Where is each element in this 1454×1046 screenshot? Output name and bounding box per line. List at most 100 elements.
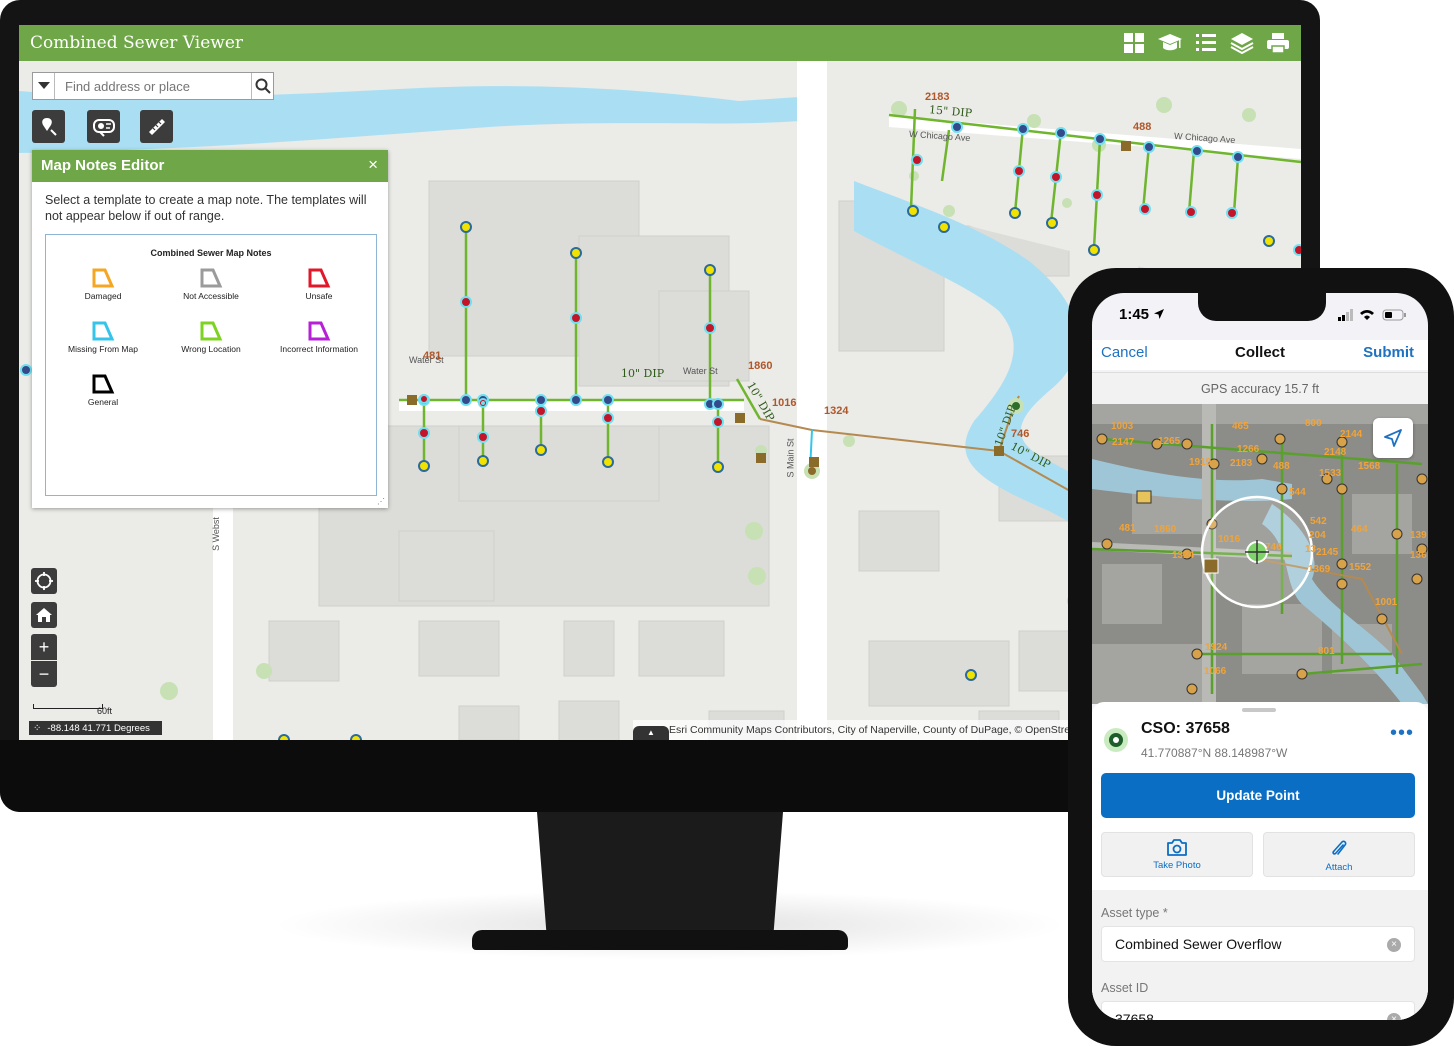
phone-notch	[1198, 293, 1326, 321]
identify-tool-button[interactable]	[87, 110, 120, 143]
template-label: Damaged	[84, 291, 122, 301]
phone-map-label: 2147	[1112, 437, 1135, 448]
panel-header: Map Notes Editor ×	[32, 150, 388, 182]
print-icon[interactable]	[1263, 29, 1293, 57]
template-missing-from-map[interactable]: Missing From Map	[49, 320, 157, 354]
scale-bar	[33, 704, 103, 709]
crosshair-icon	[35, 572, 53, 590]
phone-map-label: 481	[1119, 523, 1136, 534]
phone-map-label: 464	[1351, 524, 1368, 535]
resize-grip-icon[interactable]: ⋰	[377, 497, 385, 506]
home-button[interactable]	[31, 602, 57, 628]
app-header: Combined Sewer Viewer	[19, 25, 1301, 61]
template-incorrect-information[interactable]: Incorrect Information	[265, 320, 373, 354]
template-label: Unsafe	[305, 291, 333, 301]
phone-map-label: 1552	[1349, 562, 1372, 573]
sheet-grabber[interactable]	[1242, 708, 1276, 712]
asset-type-label: Asset type *	[1101, 906, 1168, 920]
search-icon	[255, 78, 271, 94]
street-label: S Main St	[785, 438, 796, 478]
phone-locate-button[interactable]	[1373, 418, 1413, 458]
asset-label: 488	[1133, 121, 1152, 133]
phone-map-label: 1369	[1308, 564, 1331, 575]
header-toolbar	[1119, 29, 1293, 57]
search-bar	[32, 72, 274, 100]
clear-icon[interactable]: ×	[1387, 938, 1401, 952]
phone-map-label: 544	[1289, 487, 1306, 498]
polygon-swatch-icon	[92, 268, 115, 288]
take-photo-label: Take Photo	[1153, 860, 1201, 871]
search-input[interactable]	[55, 73, 251, 99]
grid-icon[interactable]	[1119, 29, 1149, 57]
pipe-label: 10" DIP	[621, 367, 665, 380]
layers-icon[interactable]	[1227, 29, 1257, 57]
map-notes-tool-button[interactable]	[32, 110, 65, 143]
coordinate-value: -88.148 41.771 Degrees	[47, 722, 150, 734]
template-label: Missing From Map	[68, 344, 138, 354]
identify-icon	[92, 118, 115, 137]
measure-icon	[148, 118, 165, 135]
phone-map-label: 136	[1410, 550, 1427, 561]
polygon-swatch-icon	[92, 321, 115, 341]
attach-label: Attach	[1325, 862, 1353, 873]
zoom-in-button[interactable]: +	[31, 634, 57, 660]
phone-map-label: 1266	[1237, 444, 1260, 455]
attribution-toggle[interactable]: ▲	[633, 726, 669, 740]
template-not-accessible[interactable]: Not Accessible	[157, 267, 265, 301]
template-wrong-location[interactable]: Wrong Location	[157, 320, 265, 354]
phone-map-label: 1860	[1154, 524, 1177, 535]
phone-map-label: 465	[1232, 421, 1249, 432]
take-photo-button[interactable]: Take Photo	[1101, 832, 1253, 877]
cso-point-icon	[1104, 728, 1128, 752]
template-label: Not Accessible	[183, 291, 239, 301]
phone-map-label: 488	[1273, 461, 1290, 472]
phone-map-label: 1265	[1158, 436, 1181, 447]
phone-map-label: 2145	[1316, 547, 1339, 558]
asset-type-value: Combined Sewer Overflow	[1115, 936, 1282, 952]
phone-screen: 1:45 Cancel Collect Submit GPS accuracy …	[1092, 293, 1428, 1020]
template-damaged[interactable]: Damaged	[49, 267, 157, 301]
search-source-dropdown[interactable]	[33, 73, 55, 99]
more-options-button[interactable]: •••	[1390, 722, 1414, 745]
template-general[interactable]: General	[49, 373, 157, 407]
phone-map-label: 1324	[1172, 550, 1195, 561]
status-time: 1:45	[1119, 306, 1165, 323]
navigation-arrow-icon	[1384, 429, 1402, 447]
asset-type-field[interactable]: Combined Sewer Overflow ×	[1101, 926, 1415, 962]
polygon-swatch-icon	[308, 268, 331, 288]
phone-map-label: 1924	[1205, 642, 1228, 653]
phone-map-label: 800	[1305, 418, 1322, 429]
polygon-swatch-icon	[308, 321, 331, 341]
phone-map-label: 2148	[1324, 447, 1347, 458]
asset-id-field[interactable]: 37658 ×	[1101, 1001, 1415, 1020]
camera-icon	[1167, 839, 1187, 856]
list-icon[interactable]	[1191, 29, 1221, 57]
paperclip-icon	[1332, 840, 1347, 855]
asset-label: 1860	[748, 360, 773, 372]
locate-button[interactable]	[31, 568, 57, 594]
measure-tool-button[interactable]	[140, 110, 173, 143]
zoom-out-button[interactable]: −	[31, 661, 57, 687]
search-button[interactable]	[251, 73, 273, 99]
coordinate-readout[interactable]: ⁘ -88.148 41.771 Degrees	[29, 721, 162, 735]
asset-label: 2183	[925, 91, 950, 103]
template-group-title: Combined Sewer Map Notes	[150, 248, 272, 258]
graduation-cap-icon[interactable]	[1155, 29, 1185, 57]
template-unsafe[interactable]: Unsafe	[265, 267, 373, 301]
feature-sheet: CSO: 37658 41.770887°N 88.148987°W ••• U…	[1092, 702, 1428, 1020]
monitor-stand-neck	[537, 812, 783, 938]
clear-icon[interactable]: ×	[1387, 1013, 1401, 1020]
close-icon[interactable]: ×	[368, 155, 378, 175]
asset-label: 1016	[772, 397, 797, 409]
attach-button[interactable]: Attach	[1263, 832, 1415, 877]
status-time-text: 1:45	[1119, 306, 1150, 323]
submit-button[interactable]: Submit	[1363, 344, 1414, 361]
phone-map-label: 139	[1410, 530, 1427, 541]
chevron-down-icon	[37, 82, 50, 89]
phone-map-label: 1919	[1189, 457, 1212, 468]
phone-map-label: 2183	[1230, 458, 1253, 469]
app-title: Combined Sewer Viewer	[30, 33, 244, 53]
polygon-swatch-icon	[200, 268, 223, 288]
update-point-button[interactable]: Update Point	[1101, 773, 1415, 818]
plus-icon: +	[38, 636, 50, 657]
